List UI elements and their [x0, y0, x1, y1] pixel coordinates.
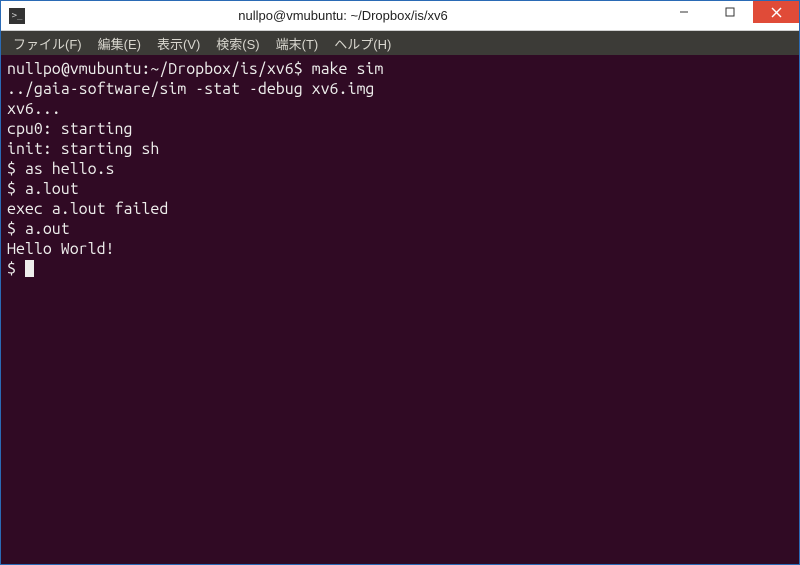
menu-search[interactable]: 検索(S) — [210, 32, 265, 55]
terminal-line: $ a.out — [7, 219, 793, 239]
terminal-line: exec a.lout failed — [7, 199, 793, 219]
maximize-button[interactable] — [707, 1, 753, 23]
output-text: $ as hello.s — [7, 160, 115, 178]
menu-file[interactable]: ファイル(F) — [7, 32, 88, 55]
terminal-line: xv6... — [7, 99, 793, 119]
output-text: cpu0: starting — [7, 120, 132, 138]
output-text: init: starting sh — [7, 140, 159, 158]
output-text: xv6... — [7, 100, 61, 118]
titlebar[interactable]: >_ nullpo@vmubuntu: ~/Dropbox/is/xv6 — [1, 1, 799, 31]
output-text: ../gaia-software/sim -stat -debug xv6.im… — [7, 80, 374, 98]
menu-view[interactable]: 表示(V) — [151, 32, 206, 55]
minimize-icon — [679, 7, 689, 17]
close-icon — [771, 7, 782, 18]
cursor — [25, 260, 34, 277]
output-text: exec a.lout failed — [7, 200, 168, 218]
close-button[interactable] — [753, 1, 799, 23]
prompt: nullpo@vmubuntu:~/Dropbox/is/xv6$ — [7, 60, 312, 78]
window-title: nullpo@vmubuntu: ~/Dropbox/is/xv6 — [25, 8, 661, 23]
minimize-button[interactable] — [661, 1, 707, 23]
terminal-icon: >_ — [9, 8, 25, 24]
terminal-line: nullpo@vmubuntu:~/Dropbox/is/xv6$ make s… — [7, 59, 793, 79]
menubar: ファイル(F) 編集(E) 表示(V) 検索(S) 端末(T) ヘルプ(H) — [1, 31, 799, 55]
terminal-line: cpu0: starting — [7, 119, 793, 139]
command-text: make sim — [312, 60, 384, 78]
maximize-icon — [725, 7, 735, 17]
menu-help[interactable]: ヘルプ(H) — [328, 32, 397, 55]
output-text: $ a.out — [7, 220, 70, 238]
window-controls — [661, 1, 799, 23]
terminal-line: init: starting sh — [7, 139, 793, 159]
output-text: $ a.lout — [7, 180, 79, 198]
output-text: $ — [7, 260, 25, 278]
menu-terminal[interactable]: 端末(T) — [270, 32, 325, 55]
menu-edit[interactable]: 編集(E) — [92, 32, 147, 55]
terminal-line: $ a.lout — [7, 179, 793, 199]
application-window: >_ nullpo@vmubuntu: ~/Dropbox/is/xv6 — [0, 0, 800, 565]
terminal-content[interactable]: nullpo@vmubuntu:~/Dropbox/is/xv6$ make s… — [1, 55, 799, 564]
terminal-line: $ as hello.s — [7, 159, 793, 179]
output-text: Hello World! — [7, 240, 115, 258]
terminal-line: Hello World! — [7, 239, 793, 259]
terminal-line: $ — [7, 259, 793, 279]
terminal-line: ../gaia-software/sim -stat -debug xv6.im… — [7, 79, 793, 99]
